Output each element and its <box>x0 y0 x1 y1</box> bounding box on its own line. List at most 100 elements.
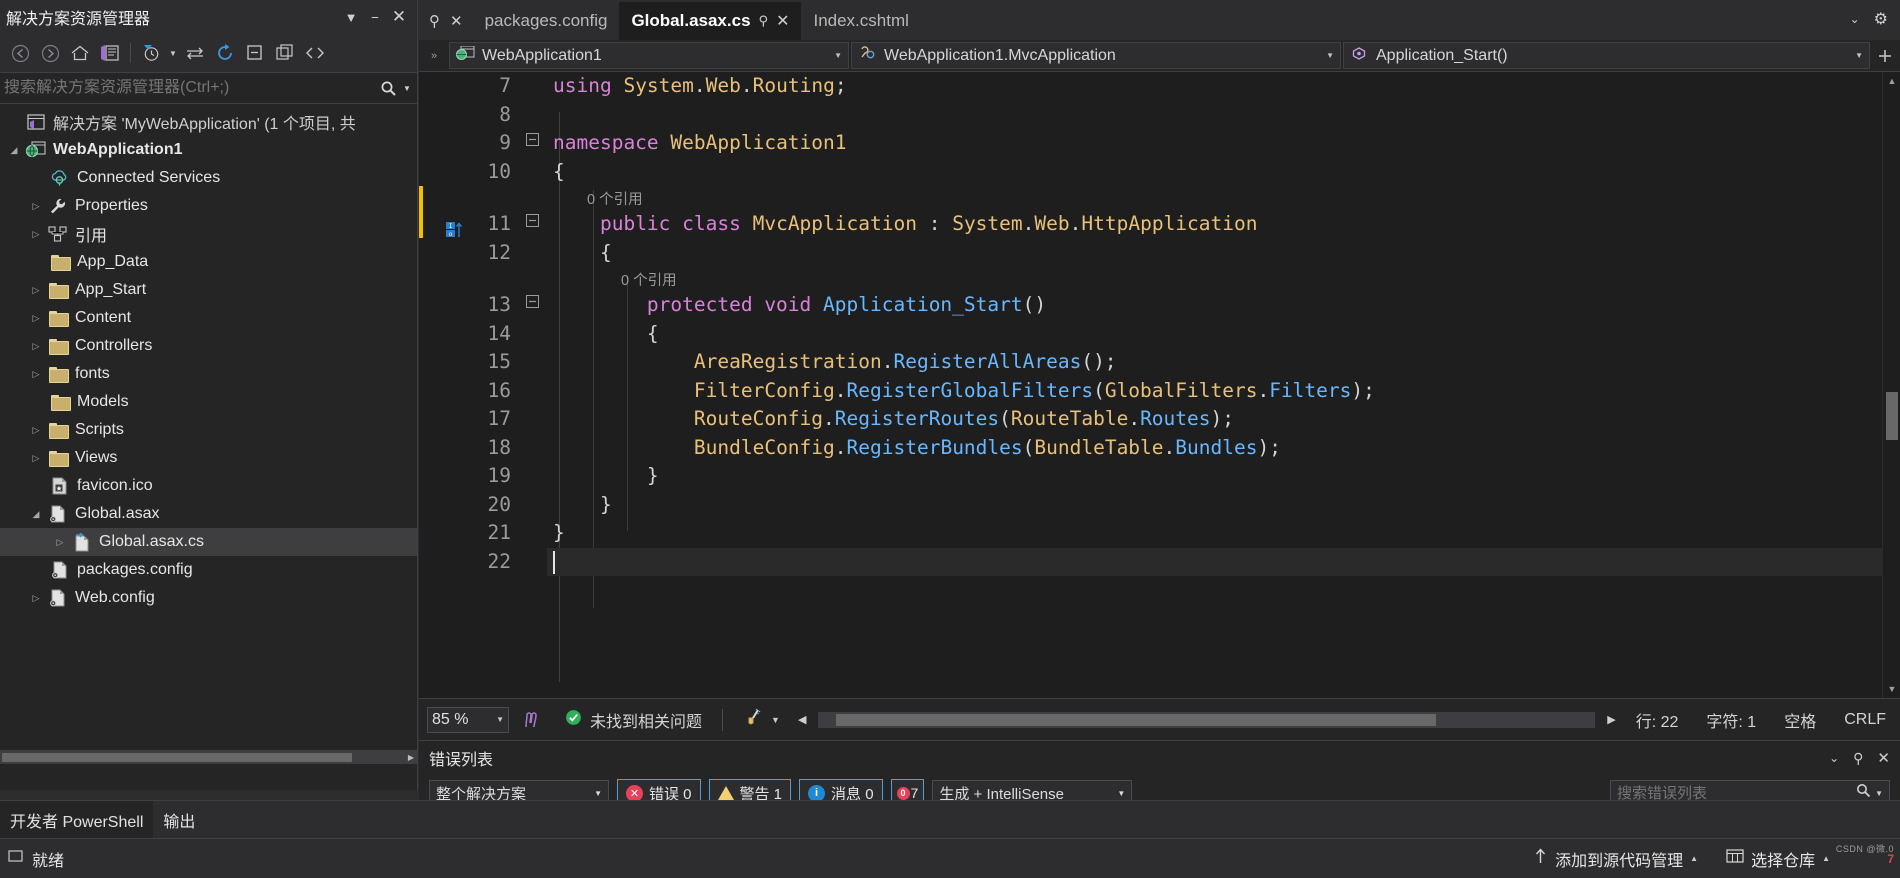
navbar-member-dropdown[interactable]: Application_Start() ▼ <box>1343 42 1870 69</box>
show-all-files-icon[interactable] <box>271 40 299 66</box>
expander-icon[interactable]: ◢ <box>4 145 24 156</box>
code-line[interactable]: 13 protected void Application_Start() <box>419 291 1900 320</box>
tree-item-webapplication1[interactable]: ◢ WebApplication1 <box>0 136 417 164</box>
code-line[interactable]: 20 } <box>419 491 1900 520</box>
pin-icon[interactable]: ⚲ <box>1853 750 1863 767</box>
chevron-down-icon[interactable]: ▼ <box>834 51 842 60</box>
code-line[interactable]: 21} <box>419 519 1900 548</box>
dock-tab-output[interactable]: 输出 <box>153 801 205 839</box>
scroll-up-icon[interactable]: ▲ <box>1883 72 1900 90</box>
indentation-label[interactable]: 空格 <box>1770 708 1830 732</box>
navbar-expand-icon[interactable]: » <box>421 42 447 69</box>
pending-changes-filter-icon[interactable] <box>137 40 165 66</box>
editor-vertical-scrollbar[interactable]: ▲ ▼ <box>1882 72 1900 698</box>
expander-icon[interactable]: ▷ <box>26 313 46 324</box>
expander-icon[interactable]: ▷ <box>50 537 70 548</box>
tab-list-chevron-icon[interactable]: ⌄ <box>1850 12 1860 26</box>
tree-item-properties[interactable]: ▷ Properties <box>0 192 417 220</box>
home-icon[interactable] <box>66 40 94 66</box>
scroll-thumb[interactable] <box>1886 392 1898 440</box>
code-line[interactable]: 22 <box>419 547 1900 577</box>
code-line[interactable]: 19 } <box>419 462 1900 491</box>
code-line[interactable]: 15 AreaRegistration.RegisterAllAreas(); <box>419 348 1900 377</box>
add-icon[interactable] <box>1872 42 1898 69</box>
close-icon[interactable]: ✕ <box>776 11 789 31</box>
expander-icon[interactable]: ▷ <box>26 593 46 604</box>
expander-icon[interactable]: ▷ <box>26 425 46 436</box>
sync-with-active-document-icon[interactable] <box>181 40 209 66</box>
chevron-down-icon[interactable]: ▼ <box>496 715 504 724</box>
repository-button[interactable]: 选择仓库 ▲ <box>1712 847 1844 871</box>
tree-item-global-asax-cs[interactable]: ▷ Global.asax.cs <box>0 528 417 556</box>
code-line[interactable]: 10 { <box>419 158 1900 187</box>
tree-item-references[interactable]: ▷ 引用 <box>0 220 417 248</box>
hscroll-left-icon[interactable]: ◀ <box>792 713 812 726</box>
tree-item-favicon[interactable]: favicon.ico <box>0 472 417 500</box>
chevron-down-icon[interactable]: ▼ <box>1855 51 1863 60</box>
solution-explorer-search[interactable]: ▼ <box>0 72 417 104</box>
tree-item-global-asax[interactable]: ◢ Global.asax <box>0 500 417 528</box>
fold-toggle-icon[interactable] <box>525 129 539 158</box>
code-line[interactable]: 16 FilterConfig.RegisterGlobalFilters(Gl… <box>419 377 1900 406</box>
search-options-caret-icon[interactable]: ▼ <box>403 84 417 93</box>
filter-dropdown-caret-icon[interactable]: ▼ <box>167 40 179 66</box>
zoom-level-dropdown[interactable]: 85 % ▼ <box>427 706 509 733</box>
tree-item-app-start[interactable]: ▷ App_Start <box>0 276 417 304</box>
tree-item-content[interactable]: ▷ Content <box>0 304 417 332</box>
collapse-all-icon[interactable] <box>241 40 269 66</box>
expander-icon[interactable]: ▷ <box>26 229 46 240</box>
issues-status[interactable]: 未找到相关问题 <box>553 708 714 732</box>
line-ending-label[interactable]: CRLF <box>1830 711 1900 729</box>
code-text-area[interactable]: 7 using System.Web.Routing; 8 9 namespace We… <box>419 72 1900 698</box>
editor-horizontal-scrollbar[interactable] <box>818 711 1596 728</box>
code-line[interactable]: 17 RouteConfig.RegisterRoutes(RouteTable… <box>419 405 1900 434</box>
chevron-down-icon[interactable]: ▼ <box>1117 789 1125 798</box>
tree-item-web-config[interactable]: ▷ Web.config <box>0 584 417 612</box>
source-control-button[interactable]: 添加到源代码管理 ▲ <box>1519 847 1712 871</box>
chevron-down-icon[interactable]: ▼ <box>1875 789 1883 798</box>
minimize-icon[interactable]: ⎯ <box>363 5 387 29</box>
hscroll-right-icon[interactable]: ▶ <box>1601 713 1621 726</box>
refresh-icon[interactable] <box>211 40 239 66</box>
pin-icon[interactable]: ⚲ <box>429 12 440 30</box>
expander-icon[interactable]: ▷ <box>26 369 46 380</box>
close-icon[interactable]: ✕ <box>387 5 411 29</box>
scroll-down-icon[interactable]: ▼ <box>1883 680 1900 698</box>
settings-gear-icon[interactable]: ⚙ <box>1874 9 1888 29</box>
pin-icon[interactable]: ⚲ <box>759 13 769 29</box>
tree-item-connected-services[interactable]: Connected Services <box>0 164 417 192</box>
forward-icon[interactable] <box>36 40 64 66</box>
ink-annotation-icon[interactable] <box>509 709 553 731</box>
tree-item-fonts[interactable]: ▷ fonts <box>0 360 417 388</box>
solution-explorer-hscrollbar[interactable]: ◀ ▶ <box>0 750 418 764</box>
chevron-down-icon[interactable]: ▼ <box>339 5 363 29</box>
tab-global-asax-cs[interactable]: Global.asax.cs ⚲ ✕ <box>619 2 802 40</box>
tree-item-controllers[interactable]: ▷ Controllers <box>0 332 417 360</box>
tree-item-packages-config[interactable]: packages.config <box>0 556 417 584</box>
chevron-down-icon[interactable]: ▼ <box>771 715 780 725</box>
error-search-input[interactable] <box>1617 784 1857 802</box>
solution-view-icon[interactable] <box>96 40 124 66</box>
scroll-thumb[interactable] <box>2 753 352 762</box>
view-code-icon[interactable] <box>301 40 329 66</box>
fold-toggle-icon[interactable] <box>525 210 539 239</box>
scroll-right-icon[interactable]: ▶ <box>404 750 418 764</box>
chevron-down-icon[interactable]: ▼ <box>594 789 602 798</box>
back-icon[interactable] <box>6 40 34 66</box>
navbar-type-dropdown[interactable]: WebApplication1.MvcApplication ▼ <box>851 42 1341 69</box>
close-icon[interactable]: ✕ <box>1877 749 1890 767</box>
tab-packages-config[interactable]: packages.config <box>472 2 620 40</box>
expander-icon[interactable]: ▷ <box>26 453 46 464</box>
code-line[interactable]: 9 namespace WebApplication1 <box>419 129 1900 158</box>
expander-icon[interactable]: ▷ <box>26 285 46 296</box>
code-line[interactable]: 11 public class MvcApplication : System.… <box>419 186 1900 239</box>
expander-icon[interactable]: ▷ <box>26 201 46 212</box>
tree-item-solution[interactable]: 解决方案 'MyWebApplication' (1 个项目, 共 <box>0 108 417 136</box>
expander-icon[interactable]: ◢ <box>26 509 46 520</box>
tree-item-scripts[interactable]: ▷ Scripts <box>0 416 417 444</box>
scroll-thumb[interactable] <box>836 713 1437 726</box>
inheritance-margin-icon[interactable]: I o <box>445 220 465 249</box>
code-line[interactable]: 12 { <box>419 239 1900 268</box>
expander-icon[interactable]: ▷ <box>26 341 46 352</box>
search-icon[interactable] <box>373 74 403 102</box>
